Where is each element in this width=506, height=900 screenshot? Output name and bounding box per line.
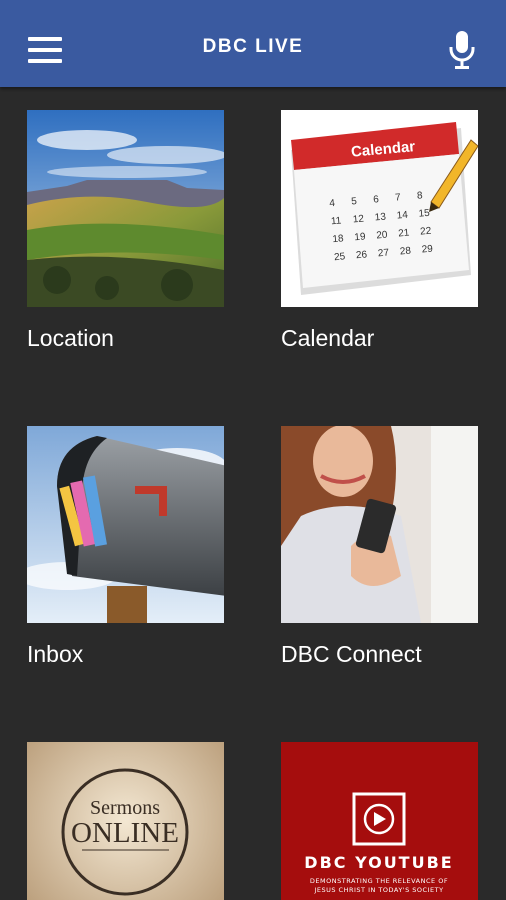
tile-dbc-connect[interactable]: DBC Connect [281,426,478,668]
phone-user-photo-icon [281,426,478,623]
tile-sermons-online[interactable]: Sermons ONLINE [27,742,224,900]
sermons-online-photo-icon: Sermons ONLINE [27,742,224,900]
svg-text:28: 28 [399,245,411,257]
tile-label: Calendar [281,325,375,351]
hamburger-menu-icon[interactable] [28,37,62,65]
tile-label: Inbox [27,641,84,667]
svg-text:19: 19 [354,231,366,243]
app-title: DBC LIVE [202,35,304,57]
tile-inbox[interactable]: Inbox [27,426,224,668]
svg-text:14: 14 [396,210,408,222]
youtube-subtitle-line2: JESUS CHRIST IN TODAY'S SOCIETY [313,886,443,894]
svg-text:15: 15 [418,208,430,220]
tile-location[interactable]: Location [27,110,224,352]
dbc-youtube-photo-icon: DBC YOUTUBE DEMONSTRATING THE RELEVANCE … [281,742,478,900]
youtube-subtitle-line1: DEMONSTRATING THE RELEVANCE OF [310,877,448,885]
mailbox-photo-icon [27,426,224,623]
microphone-icon[interactable] [448,30,476,70]
svg-text:20: 20 [376,229,388,241]
svg-text:22: 22 [420,226,432,238]
app-header: DBC LIVE [0,0,506,87]
svg-text:11: 11 [330,215,342,227]
dbc-youtube-image-text: DBC YOUTUBE [304,853,453,872]
svg-text:21: 21 [398,228,410,240]
tile-dbc-youtube[interactable]: DBC YOUTUBE DEMONSTRATING THE RELEVANCE … [281,742,478,900]
tile-label: DBC Connect [281,641,422,667]
svg-text:25: 25 [334,251,346,263]
tile-grid: Location Calendar 45678 11 12 13 14 15 18 19 2… [0,87,506,900]
tile-label: Location [27,325,114,351]
svg-text:29: 29 [421,244,433,256]
svg-text:27: 27 [377,247,389,259]
landscape-photo-icon [27,110,224,307]
svg-text:13: 13 [374,212,386,224]
online-image-text: ONLINE [71,817,179,849]
calendar-photo-icon: Calendar 45678 11 12 13 14 15 18 19 20 21 22 25 2… [281,110,478,307]
svg-text:26: 26 [356,249,368,261]
svg-text:12: 12 [352,213,364,225]
tile-calendar[interactable]: Calendar 45678 11 12 13 14 15 18 19 20 21 22 25 2… [281,110,478,352]
sermons-image-text: Sermons [90,797,160,819]
svg-text:18: 18 [332,233,344,245]
